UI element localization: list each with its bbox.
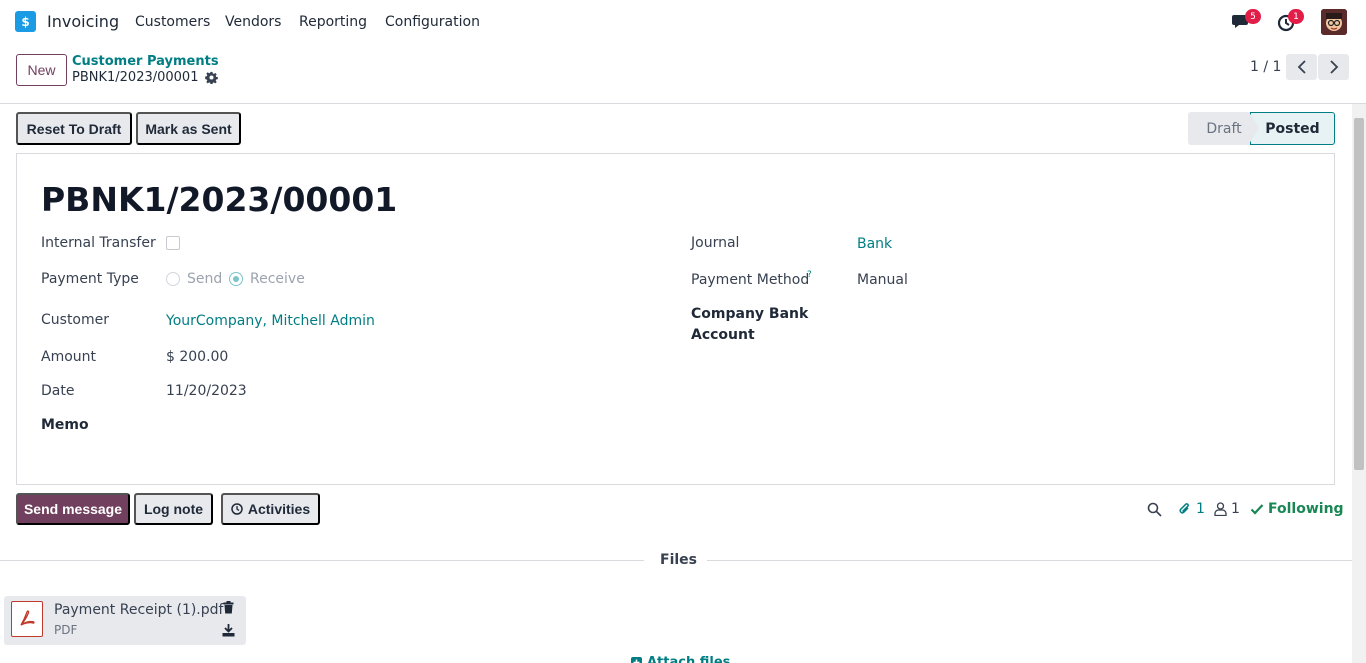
app-name[interactable]: Invoicing (47, 12, 119, 31)
menu-customers[interactable]: Customers (135, 14, 210, 30)
payment-type-send-label[interactable]: Send (187, 271, 222, 287)
payment-type-label: Payment Type (41, 271, 139, 287)
files-heading: Files (660, 552, 697, 568)
payment-type-receive-radio[interactable] (229, 272, 243, 286)
attachment-type: PDF (54, 623, 78, 637)
scrollbar-thumb[interactable] (1354, 118, 1364, 470)
paperclip-icon (1179, 503, 1189, 514)
control-panel-divider (0, 103, 1366, 104)
stage-posted[interactable]: Posted (1250, 112, 1335, 145)
chevron-right-icon (1329, 60, 1338, 74)
top-navbar: $ Invoicing Customers Vendors Reporting … (0, 0, 1366, 44)
internal-transfer-checkbox[interactable] (166, 236, 180, 250)
pdf-file-icon[interactable] (11, 601, 43, 637)
attach-files-button[interactable]: Attach files (631, 655, 730, 663)
pager-next-button[interactable] (1318, 54, 1349, 80)
plus-square-icon (631, 657, 642, 663)
activities-button-label: Activities (247, 501, 311, 517)
trash-icon[interactable] (223, 601, 234, 614)
payment-method-value: Manual (857, 272, 908, 288)
help-tooltip-icon[interactable]: ? (807, 270, 812, 280)
payment-type-send-radio[interactable] (166, 272, 180, 286)
files-divider-right (707, 560, 1352, 561)
company-bank-label-line-2: Account (691, 327, 755, 343)
following-label: Following (1268, 501, 1344, 517)
customer-link[interactable]: YourCompany, Mitchell Admin (166, 313, 375, 329)
menu-reporting[interactable]: Reporting (299, 14, 367, 30)
attachments-counter[interactable]: 1 (1177, 501, 1205, 517)
mark-as-sent-button[interactable]: Mark as Sent (136, 112, 241, 145)
date-label: Date (41, 383, 75, 399)
menu-configuration[interactable]: Configuration (385, 14, 480, 30)
amount-label: Amount (41, 349, 97, 365)
log-note-button[interactable]: Log note (134, 493, 213, 525)
chevron-left-icon (1297, 60, 1306, 74)
attachment-name[interactable]: Payment Receipt (1).pdf (54, 602, 223, 618)
journal-link[interactable]: Bank (857, 236, 892, 252)
files-divider-left (0, 560, 644, 561)
check-icon (1250, 504, 1264, 515)
activities-badge: 1 (1288, 9, 1304, 24)
following-button[interactable]: Following (1250, 501, 1344, 517)
reset-to-draft-button[interactable]: Reset To Draft (16, 112, 132, 145)
breadcrumb-current: PBNK1/2023/00001 (72, 70, 199, 85)
stage-arrow (1249, 112, 1259, 144)
date-value: 11/20/2023 (166, 383, 247, 399)
internal-transfer-label: Internal Transfer (41, 235, 156, 251)
memo-label: Memo (41, 417, 89, 433)
user-avatar[interactable] (1321, 9, 1347, 35)
search-icon[interactable] (1147, 502, 1162, 517)
followers-counter[interactable]: 1 (1214, 501, 1240, 517)
customer-label: Customer (41, 312, 110, 328)
pager-value[interactable]: 1 / 1 (1250, 59, 1281, 75)
menu-vendors[interactable]: Vendors (225, 14, 281, 30)
amount-value: $ 200.00 (166, 349, 229, 365)
gear-icon[interactable] (205, 71, 218, 84)
new-button[interactable]: New (16, 54, 67, 86)
invoicing-app-icon[interactable]: $ (15, 11, 39, 35)
pager-previous-button[interactable] (1286, 54, 1317, 80)
activities-button[interactable]: Activities (221, 493, 320, 525)
user-icon (1214, 502, 1227, 516)
breadcrumb-customer-payments[interactable]: Customer Payments (72, 54, 219, 69)
attach-files-label: Attach files (647, 655, 731, 663)
record-title: PBNK1/2023/00001 (41, 180, 398, 219)
send-message-button[interactable]: Send message (16, 493, 130, 525)
company-bank-label-line-1: Company Bank (691, 306, 809, 322)
messages-badge: 5 (1245, 9, 1261, 24)
download-icon[interactable] (222, 624, 235, 637)
clock-icon (231, 503, 243, 515)
journal-label: Journal (691, 235, 740, 251)
payment-type-receive-label[interactable]: Receive (250, 271, 305, 287)
payment-method-label: Payment Method (691, 272, 810, 288)
followers-count: 1 (1231, 501, 1240, 517)
attachments-count: 1 (1196, 501, 1205, 517)
